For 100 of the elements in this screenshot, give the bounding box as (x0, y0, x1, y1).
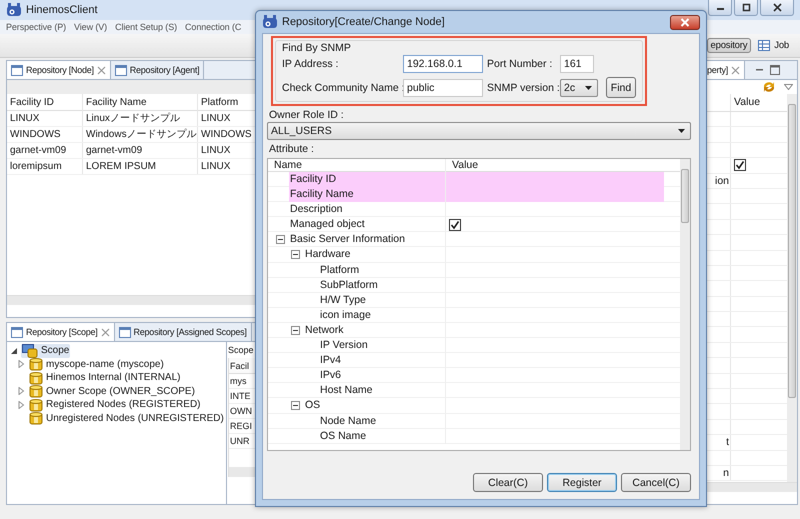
table-cell: n (723, 466, 729, 479)
dropdown-arrow-icon (585, 86, 592, 90)
tree-item[interactable]: myscope-name (myscope) (28, 357, 165, 372)
dialog-button[interactable]: Cancel(C) (621, 473, 691, 492)
field-label: IP Address : (282, 58, 340, 70)
tree-item[interactable]: Unregistered Nodes (UNREGISTERED) (28, 411, 225, 426)
database-icon (29, 384, 43, 398)
input-field[interactable]: 192.168.0.1 (403, 55, 483, 73)
table-cell: Windowsノードサンプル (83, 127, 198, 142)
owner-role-dropdown[interactable]: ALL_USERS (267, 122, 691, 140)
view-icon (11, 64, 23, 76)
menu-item[interactable]: Perspective (P) (6, 22, 66, 32)
database-icon (29, 398, 43, 412)
view-icon (114, 64, 127, 76)
dialog-button[interactable]: Clear(C) (473, 473, 543, 492)
close-button[interactable] (670, 14, 700, 30)
field-label: Owner Role ID : (268, 108, 345, 122)
property-name: Facility Name (289, 187, 445, 202)
property-name: Managed object (289, 217, 366, 232)
refresh-icon (762, 81, 776, 93)
tree-item[interactable]: Scope (21, 344, 70, 358)
field-label: SNMP version : (487, 82, 560, 94)
table-cell: garnet-vm09 (7, 143, 83, 158)
close-icon (772, 3, 782, 12)
scrollbar[interactable] (787, 94, 797, 482)
view-tab[interactable]: Repository [Assigned Scopes] (114, 323, 252, 341)
database-icon (29, 370, 43, 385)
column-header[interactable]: Value (446, 159, 664, 172)
value-cell[interactable] (446, 172, 664, 187)
property-name: Host Name (319, 383, 374, 398)
version-dropdown[interactable]: 2c (560, 78, 598, 96)
maximize-button[interactable] (734, 0, 758, 16)
table-cell: WINDOWS (7, 127, 83, 142)
menu-item[interactable]: Connection (C (185, 22, 242, 32)
window-title: HinemosClient (26, 4, 99, 16)
dialog-icon (262, 15, 278, 29)
view-tab[interactable]: Repository [Node] (7, 61, 111, 79)
table-cell: ion (714, 174, 729, 187)
property-name: Basic Server Information (289, 232, 406, 248)
property-name: IPv6 (319, 368, 342, 384)
column-header[interactable]: Value (731, 94, 787, 111)
maximize-icon (742, 3, 750, 12)
view-icon (118, 326, 131, 338)
section-title: Scope (228, 344, 255, 357)
tree-item[interactable]: Hinemos Internal (INTERNAL) (28, 370, 182, 385)
field-label: Port Number : (487, 58, 554, 70)
scrollbar[interactable] (680, 159, 690, 450)
property-name: Facility ID (289, 172, 445, 187)
property-name: H/W Type (319, 292, 367, 308)
view-menu-icon (784, 84, 793, 90)
input-field[interactable]: 161 (560, 55, 594, 73)
close-icon (96, 66, 106, 74)
property-name: Platform (319, 262, 360, 278)
scope-icon (22, 344, 38, 358)
value-cell[interactable] (446, 187, 664, 202)
dialog-title: Repository[Create/Change Node] (282, 16, 446, 28)
property-name: Network (304, 322, 345, 338)
property-name: OS (304, 398, 322, 414)
property-name: Hardware (304, 247, 352, 262)
property-name: Description (289, 202, 344, 218)
tree-item[interactable]: Owner Scope (OWNER_SCOPE) (28, 384, 196, 398)
property-name: OS Name (319, 428, 368, 444)
database-icon (29, 357, 43, 372)
view-tab[interactable]: Repository [Scope] (7, 323, 115, 341)
table-cell: LOREM IPSUM (83, 159, 198, 174)
dropdown-arrow-icon (678, 129, 685, 133)
app-logo-icon (6, 3, 22, 17)
tree-item[interactable]: Registered Nodes (REGISTERED) (28, 398, 202, 412)
property-name: IP Version (319, 338, 369, 354)
find-button[interactable]: Find (606, 77, 636, 98)
table-icon (758, 40, 770, 51)
menu-item[interactable]: Client Setup (S) (115, 22, 178, 32)
field-label: Attribute : (268, 142, 315, 156)
table-cell: garnet-vm09 (83, 143, 198, 158)
close-icon (731, 66, 740, 74)
menu-item[interactable]: View (V) (74, 22, 108, 32)
expand-arrow-icon (17, 360, 25, 368)
close-icon (680, 18, 690, 26)
property-name: icon image (319, 308, 372, 323)
database-icon (29, 411, 43, 426)
table-cell: LINUX (7, 111, 83, 126)
table-cell: Linuxノードサンプル (83, 111, 198, 126)
minimize-button[interactable] (708, 0, 732, 16)
close-button[interactable] (760, 0, 794, 16)
view-tab[interactable]: Repository [Agent] (110, 61, 204, 79)
perspective-button[interactable]: Job (755, 39, 792, 52)
input-field[interactable]: public (403, 78, 483, 96)
maximize-icon (770, 65, 780, 75)
property-name: IPv4 (319, 353, 342, 368)
view-icon (11, 326, 23, 338)
dialog-button[interactable]: Register (547, 473, 617, 492)
close-icon (100, 328, 110, 336)
column-header[interactable]: Facility Name (83, 94, 198, 111)
property-name: Node Name (319, 414, 378, 428)
table-cell: loremipsum (7, 159, 83, 174)
column-header[interactable]: Facility ID (7, 94, 83, 111)
table-cell: t (726, 436, 729, 448)
property-name: SubPlatform (319, 278, 379, 293)
perspective-button[interactable]: epository (706, 38, 752, 53)
group-title: Find By SNMP (282, 42, 352, 55)
